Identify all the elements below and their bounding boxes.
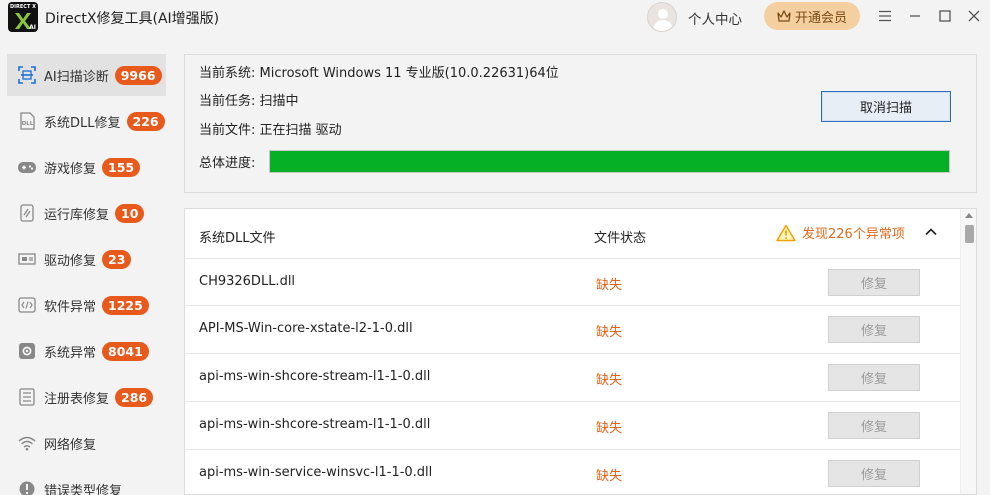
svg-text:DLL: DLL bbox=[22, 121, 34, 127]
count-badge: 9966 bbox=[114, 65, 162, 85]
sidebar-item-runtime-repair[interactable]: 运行库修复 10 bbox=[7, 192, 166, 234]
count-badge: 226 bbox=[126, 111, 165, 131]
count-badge: 155 bbox=[102, 157, 141, 177]
sidebar-item-label: 系统DLL修复 bbox=[44, 115, 121, 131]
file-status: 缺失 bbox=[596, 421, 623, 436]
dll-file-name: api-ms-win-service-winsvc-l1-1-0.dll bbox=[199, 465, 433, 480]
app-title: DirectX修复工具(AI增强版) bbox=[45, 11, 220, 27]
collapse-chevron-icon[interactable] bbox=[923, 224, 939, 240]
list-header: 系统DLL文件 文件状态 发现226个异常项 bbox=[185, 209, 960, 259]
crown-icon bbox=[777, 10, 791, 22]
table-row: api-ms-win-service-winsvc-l1-1-0.dll 缺失 … bbox=[185, 449, 960, 494]
error-icon bbox=[17, 479, 37, 495]
table-row: CH9326DLL.dll 缺失 修复 bbox=[185, 258, 960, 306]
file-status: 缺失 bbox=[596, 278, 623, 293]
dll-icon: DLL bbox=[17, 111, 37, 131]
sidebar-item-label: 游戏修复 bbox=[44, 161, 97, 177]
column-header-status: 文件状态 bbox=[594, 231, 647, 246]
fix-button[interactable]: 修复 bbox=[828, 412, 920, 439]
minimize-icon[interactable] bbox=[904, 5, 926, 27]
fix-button[interactable]: 修复 bbox=[828, 316, 920, 343]
progress-bar bbox=[269, 150, 950, 173]
file-status: 缺失 bbox=[596, 373, 623, 388]
scroll-thumb[interactable] bbox=[965, 225, 974, 243]
current-task-value: 扫描中 bbox=[259, 94, 299, 109]
sidebar-item-error-type-repair[interactable]: 错误类型修复 bbox=[7, 468, 166, 495]
anomaly-count-text: 发现226个异常项 bbox=[802, 227, 905, 242]
count-badge: 8041 bbox=[102, 341, 149, 361]
sidebar-item-label: 网络修复 bbox=[44, 437, 97, 453]
file-status: 缺失 bbox=[596, 469, 623, 484]
current-file-value: 正在扫描 驱动 bbox=[259, 123, 342, 138]
cancel-scan-button[interactable]: 取消扫描 bbox=[821, 91, 951, 122]
gear-icon bbox=[17, 341, 37, 361]
list-scrollbar[interactable] bbox=[960, 209, 976, 494]
sidebar-item-label: 运行库修复 bbox=[44, 207, 110, 223]
current-system-value: Microsoft Windows 11 专业版(10.0.22631)64位 bbox=[259, 66, 559, 81]
maximize-icon[interactable] bbox=[934, 5, 956, 27]
title-bar: DIRECT X AI DirectX修复工具(AI增强版) 个人中心 开通会员 bbox=[0, 0, 990, 34]
progress-label: 总体进度: bbox=[199, 156, 256, 171]
sidebar-item-network-repair[interactable]: 网络修复 bbox=[7, 422, 166, 464]
sidebar-item-software-error[interactable]: 软件异常 1225 bbox=[7, 284, 166, 326]
count-badge: 23 bbox=[102, 249, 132, 269]
count-badge: 10 bbox=[115, 203, 145, 223]
current-file: 当前文件: 正在扫描 驱动 bbox=[199, 123, 342, 138]
dll-file-list: 系统DLL文件 文件状态 发现226个异常项 CH9326DLL.dll 缺失 … bbox=[184, 208, 977, 495]
file-status: 缺失 bbox=[596, 325, 623, 340]
sidebar-item-ai-scan[interactable]: AI扫描诊断 9966 bbox=[7, 54, 166, 96]
driver-icon bbox=[17, 249, 37, 269]
gamepad-icon bbox=[17, 157, 37, 177]
table-row: api-ms-win-shcore-stream-l1-1-0.dll 缺失 修… bbox=[185, 353, 960, 401]
sidebar-item-label: AI扫描诊断 bbox=[44, 69, 109, 85]
dll-file-name: CH9326DLL.dll bbox=[199, 274, 296, 289]
sidebar-item-dll-repair[interactable]: DLL 系统DLL修复 226 bbox=[7, 100, 166, 142]
count-badge: 286 bbox=[115, 387, 154, 407]
dll-file-name: api-ms-win-shcore-stream-l1-1-0.dll bbox=[199, 369, 431, 384]
table-row: API-MS-Win-core-xstate-l2-1-0.dll 缺失 修复 bbox=[185, 305, 960, 353]
registry-icon bbox=[17, 387, 37, 407]
app-logo: DIRECT X AI bbox=[8, 2, 38, 32]
runtime-icon bbox=[17, 203, 37, 223]
sidebar-item-driver-repair[interactable]: 驱动修复 23 bbox=[7, 238, 166, 280]
close-icon[interactable] bbox=[963, 5, 985, 27]
sidebar-item-label: 系统异常 bbox=[44, 345, 97, 361]
menu-icon[interactable] bbox=[874, 5, 896, 27]
fix-button[interactable]: 修复 bbox=[828, 460, 920, 487]
user-center-link[interactable]: 个人中心 bbox=[688, 8, 742, 28]
vip-label: 开通会员 bbox=[794, 10, 847, 26]
fix-button[interactable]: 修复 bbox=[828, 269, 920, 296]
sidebar-item-system-error[interactable]: 系统异常 8041 bbox=[7, 330, 166, 372]
logo-text: DIRECT X bbox=[10, 4, 36, 10]
table-row: api-ms-win-shcore-stream-l1-1-0.dll 缺失 修… bbox=[185, 401, 960, 449]
sidebar-item-registry-repair[interactable]: 注册表修复 286 bbox=[7, 376, 166, 418]
scroll-up-arrow-icon[interactable] bbox=[965, 213, 973, 218]
sidebar-item-label: 注册表修复 bbox=[44, 391, 110, 407]
sidebar-item-label: 驱动修复 bbox=[44, 253, 97, 269]
current-system: 当前系统: Microsoft Windows 11 专业版(10.0.2263… bbox=[199, 66, 559, 81]
avatar[interactable] bbox=[647, 2, 677, 32]
vip-button[interactable]: 开通会员 bbox=[764, 2, 860, 30]
code-icon bbox=[17, 295, 37, 315]
warning-icon bbox=[776, 224, 796, 241]
dll-file-name: API-MS-Win-core-xstate-l2-1-0.dll bbox=[199, 321, 413, 336]
logo-ai-badge: AI bbox=[29, 24, 36, 31]
column-header-file: 系统DLL文件 bbox=[199, 231, 276, 246]
scan-icon bbox=[17, 65, 37, 85]
scan-status-panel: 当前系统: Microsoft Windows 11 专业版(10.0.2263… bbox=[184, 54, 977, 193]
current-task: 当前任务: 扫描中 bbox=[199, 94, 299, 109]
sidebar-item-label: 软件异常 bbox=[44, 299, 97, 315]
sidebar-item-label: 错误类型修复 bbox=[44, 483, 123, 495]
sidebar-item-game-repair[interactable]: 游戏修复 155 bbox=[7, 146, 166, 188]
dll-file-name: api-ms-win-shcore-stream-l1-1-0.dll bbox=[199, 417, 431, 432]
fix-button[interactable]: 修复 bbox=[828, 364, 920, 391]
count-badge: 1225 bbox=[102, 295, 149, 315]
anomaly-summary: 发现226个异常项 bbox=[776, 223, 905, 242]
progress-fill bbox=[270, 151, 949, 172]
wifi-icon bbox=[17, 433, 37, 453]
